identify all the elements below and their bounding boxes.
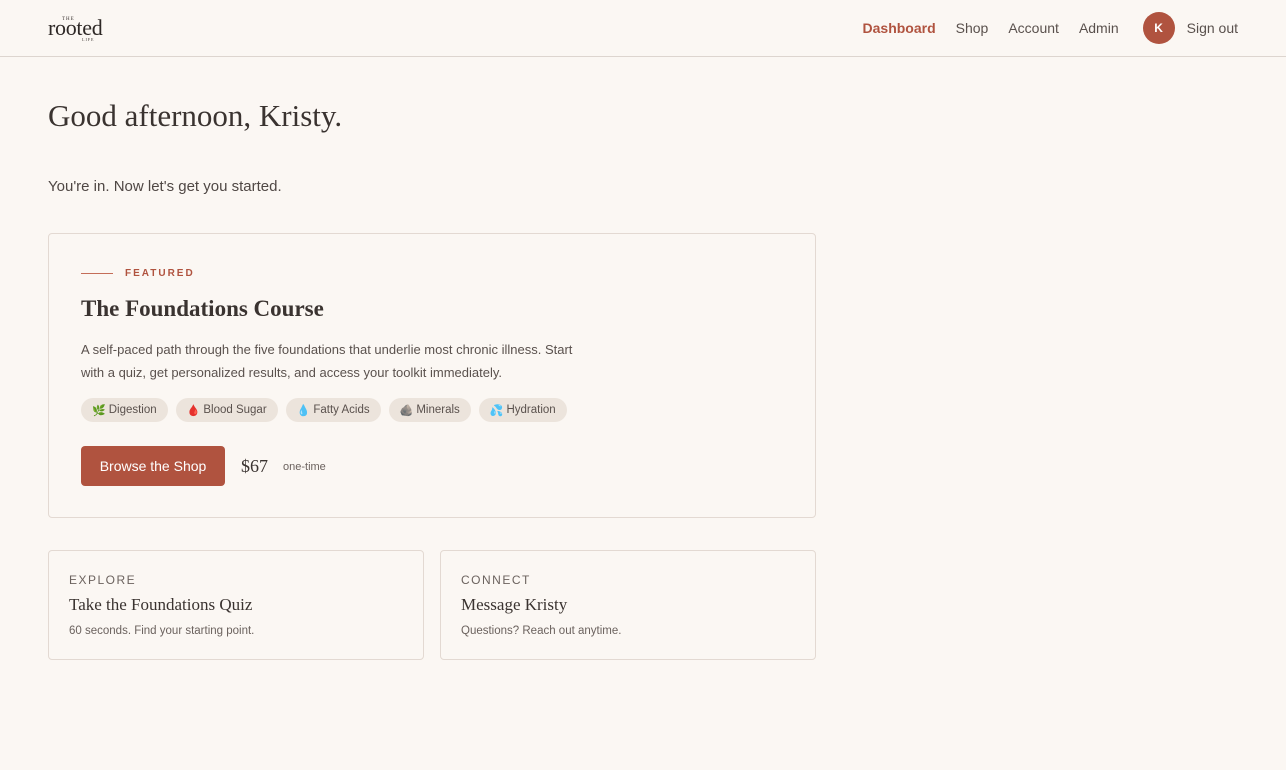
card-description: Questions? Reach out anytime. (461, 625, 622, 637)
course-description: A self-paced path through the five found… (81, 342, 573, 380)
tag-digestion: 🌿 Digestion (81, 398, 168, 422)
tag-label: Digestion (108, 404, 157, 416)
tag-label: Hydration (506, 404, 556, 416)
featured-eyebrow: FEATURED (125, 268, 195, 279)
greeting-subtitle: You're in. Now let's get you started. (48, 178, 282, 195)
rooted-life-logo[interactable]: rooted THE LIFE (48, 12, 128, 44)
tag-label: Blood Sugar (203, 404, 267, 416)
herb-icon: 🌿 (92, 404, 106, 417)
tag-fatty-acids: 💧 Fatty Acids (285, 398, 381, 422)
card-title: Message Kristy (461, 595, 568, 614)
main-nav: Dashboard Shop Account Admin K Sign out (863, 12, 1238, 44)
nav-admin[interactable]: Admin (1079, 20, 1119, 36)
logo-life: LIFE (82, 37, 95, 42)
course-title: The Foundations Course (81, 296, 324, 321)
user-avatar[interactable]: K (1142, 12, 1175, 44)
logo-the: THE (62, 17, 75, 22)
nav-dashboard[interactable]: Dashboard (863, 20, 936, 36)
tag-minerals: 🪨 Minerals (388, 398, 471, 422)
card-description: 60 seconds. Find your starting point. (69, 625, 255, 637)
splash-icon: 💦 (489, 404, 504, 417)
eyebrow-divider (81, 273, 113, 274)
tag-hydration: 💦 Hydration (478, 398, 567, 422)
sign-out-link[interactable]: Sign out (1187, 20, 1238, 36)
browse-shop-button[interactable]: Browse the Shop (81, 446, 225, 486)
greeting-heading: Good afternoon, Kristy. (48, 98, 343, 133)
course-price: $67 (241, 456, 268, 476)
rock-icon: 🪨 (399, 404, 414, 417)
card-label: CONNECT (461, 573, 531, 587)
tag-blood-sugar: 🩸 Blood Sugar (175, 398, 278, 422)
foundation-tags: 🌿 Digestion 🩸 Blood Sugar 💧 Fatty Acids … (81, 398, 575, 422)
top-nav-bar: rooted THE LIFE Dashboard Shop Account A… (0, 0, 1286, 57)
nav-account[interactable]: Account (1008, 20, 1059, 36)
price-note: one-time (283, 461, 326, 473)
card-title: Take the Foundations Quiz (69, 595, 253, 614)
message-card[interactable]: CONNECT Message Kristy Questions? Reach … (440, 550, 816, 660)
tag-label: Minerals (416, 404, 460, 416)
featured-course-card: FEATURED The Foundations Course A self-p… (48, 233, 816, 518)
quiz-card[interactable]: EXPLORE Take the Foundations Quiz 60 sec… (48, 550, 424, 660)
blood-drop-icon: 🩸 (186, 404, 201, 417)
card-label: EXPLORE (69, 573, 137, 587)
nav-shop[interactable]: Shop (956, 20, 989, 36)
tag-label: Fatty Acids (313, 404, 370, 416)
water-drop-icon: 💧 (296, 404, 311, 417)
